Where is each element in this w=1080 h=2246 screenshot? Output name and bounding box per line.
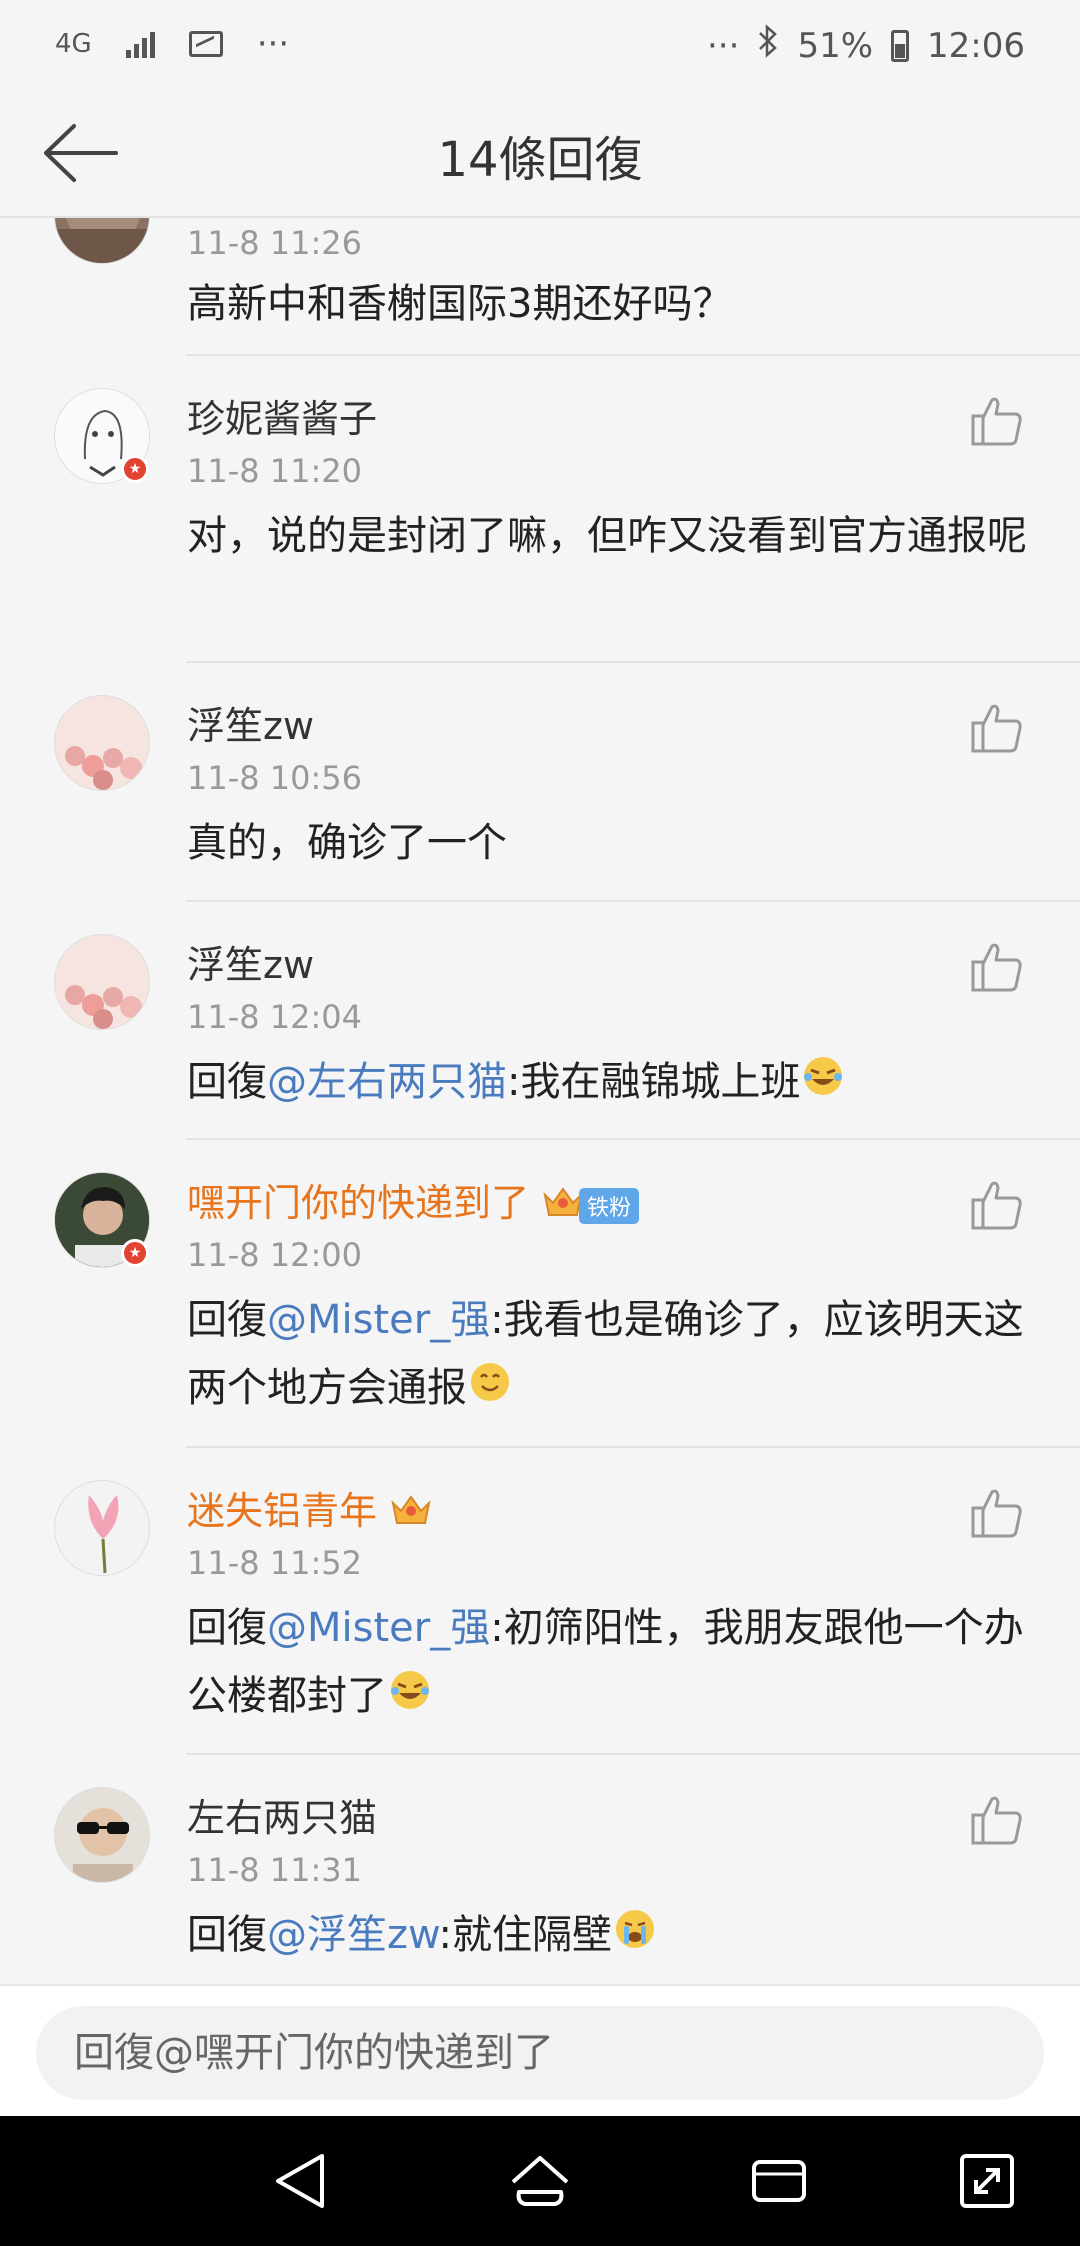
comment-body: :我在融锦城上班 [507,1059,801,1105]
commenter-name[interactable]: 浮笙zw [187,934,314,989]
reply-bar [0,1984,1080,2116]
commenter-name-text: 嘿开门你的快递到了 [187,1181,530,1225]
more-status-icon: ··· [707,25,740,66]
commenter-name[interactable]: 浮笙zw [187,695,314,750]
comment-text: 真的，确诊了一个 [187,820,507,866]
laugh-cry-emoji-icon [802,1050,844,1118]
comment-text: 回復@浮笙zw:就住隔壁 [187,1901,1037,1971]
commenter-name[interactable]: 迷失铝青年 [187,1480,433,1538]
status-bar: 4G ··· ··· 51% 12:06 [0,0,1080,90]
list-item: ★ 嘿开门你的快递到了 铁粉 11-8 12:00 回復@Mister_强:我看也… [0,1140,1080,1448]
comment-time: 11-8 11:52 [187,1544,363,1582]
list-item: 浮笙zw 11-8 12:04 回復@左右两只猫:我在融锦城上班 [0,902,1080,1140]
battery-percent: 51% [797,25,874,66]
reply-prefix: 回復 [187,1059,267,1105]
mention-link[interactable]: @Mister_强 [267,1297,490,1343]
avatar[interactable] [54,695,150,791]
avatar[interactable] [54,1480,150,1576]
comment-time: 11-8 11:31 [187,1851,363,1889]
list-item: 左右两只猫 11-8 11:31 回復@浮笙zw:就住隔壁 [0,1755,1080,1984]
nav-back-icon[interactable] [266,2146,336,2216]
like-thumb-icon[interactable] [970,394,1024,448]
laugh-cry-emoji-icon [389,1664,431,1732]
reply-input[interactable] [36,2006,1044,2100]
network-indicator: 4G [55,29,92,59]
like-thumb-icon[interactable] [970,701,1024,755]
smile-emoji-icon [469,1356,511,1424]
header: 14條回復 [0,90,1080,218]
vip-crown-icon [389,1489,433,1538]
page-title: 14條回復 [437,132,643,188]
avatar[interactable] [54,934,150,1030]
comment-time: 11-8 12:04 [187,998,363,1036]
list-item: 迷失铝青年 11-8 11:52 回復@Mister_强:初筛阳性，我朋友跟他一… [0,1448,1080,1755]
clock: 12:06 [927,25,1025,66]
comment-text: 对，说的是封闭了嘛，但咋又没看到官方通报呢 [187,513,1027,559]
bluetooth-icon [757,24,779,67]
verified-badge-icon: ★ [121,1239,149,1267]
avatar[interactable] [54,218,150,264]
avatar[interactable] [54,1787,150,1883]
mention-link[interactable]: @Mister_强 [267,1605,490,1651]
list-item: ★ 珍妮酱酱子 11-8 11:20 对，说的是封闭了嘛，但咋又没看到官方通报呢 [0,356,1080,663]
reply-list[interactable]: 11-8 11:26 高新中和香榭国际3期还好吗？ ★ 珍妮酱酱子 11-8 1… [0,218,1080,1984]
battery-icon [891,29,910,62]
image-notification-icon [188,31,223,57]
like-thumb-icon[interactable] [970,1486,1024,1540]
comment-body: :就住隔壁 [438,1912,613,1958]
comment-time: 11-8 12:00 [187,1236,363,1274]
crying-emoji-icon [614,1903,656,1971]
like-thumb-icon[interactable] [970,1793,1024,1847]
system-nav-bar [0,2116,1080,2246]
comment-time: 11-8 11:20 [187,452,363,490]
comment-time: 11-8 10:56 [187,759,363,797]
like-thumb-icon[interactable] [970,940,1024,994]
reply-prefix: 回復 [187,1297,267,1343]
mention-link[interactable]: @左右两只猫 [267,1059,507,1105]
comment-text: 回復@Mister_强:初筛阳性，我朋友跟他一个办公楼都封了 [187,1594,1037,1732]
nav-recents-icon[interactable] [744,2146,814,2216]
comment-text: 高新中和香榭国际3期还好吗？ [187,281,733,327]
commenter-name-text: 迷失铝青年 [187,1489,378,1533]
commenter-name[interactable]: 珍妮酱酱子 [187,388,377,443]
mention-link[interactable]: @浮笙zw [267,1912,439,1958]
commenter-name[interactable]: 嘿开门你的快递到了 铁粉 [187,1172,640,1230]
reply-prefix: 回復 [187,1912,267,1958]
commenter-name[interactable]: 左右两只猫 [187,1787,377,1842]
comment-time: 11-8 11:26 [187,224,363,262]
verified-badge-icon: ★ [121,455,149,483]
fan-badge: 铁粉 [579,1187,640,1224]
signal-icon [125,30,155,58]
more-notifications-icon: ··· [256,24,290,64]
reply-prefix: 回復 [187,1605,267,1651]
list-item: 浮笙zw 11-8 10:56 真的，确诊了一个 [0,663,1080,902]
nav-home-icon[interactable] [505,2146,575,2216]
list-item: 11-8 11:26 高新中和香榭国际3期还好吗？ [0,218,1080,356]
nav-fullscreen-icon[interactable] [952,2146,1022,2216]
like-thumb-icon[interactable] [970,1178,1024,1232]
comment-text: 回復@左右两只猫:我在融锦城上班 [187,1048,1037,1118]
comment-text: 回復@Mister_强:我看也是确诊了，应该明天这两个地方会通报 [187,1286,1037,1424]
